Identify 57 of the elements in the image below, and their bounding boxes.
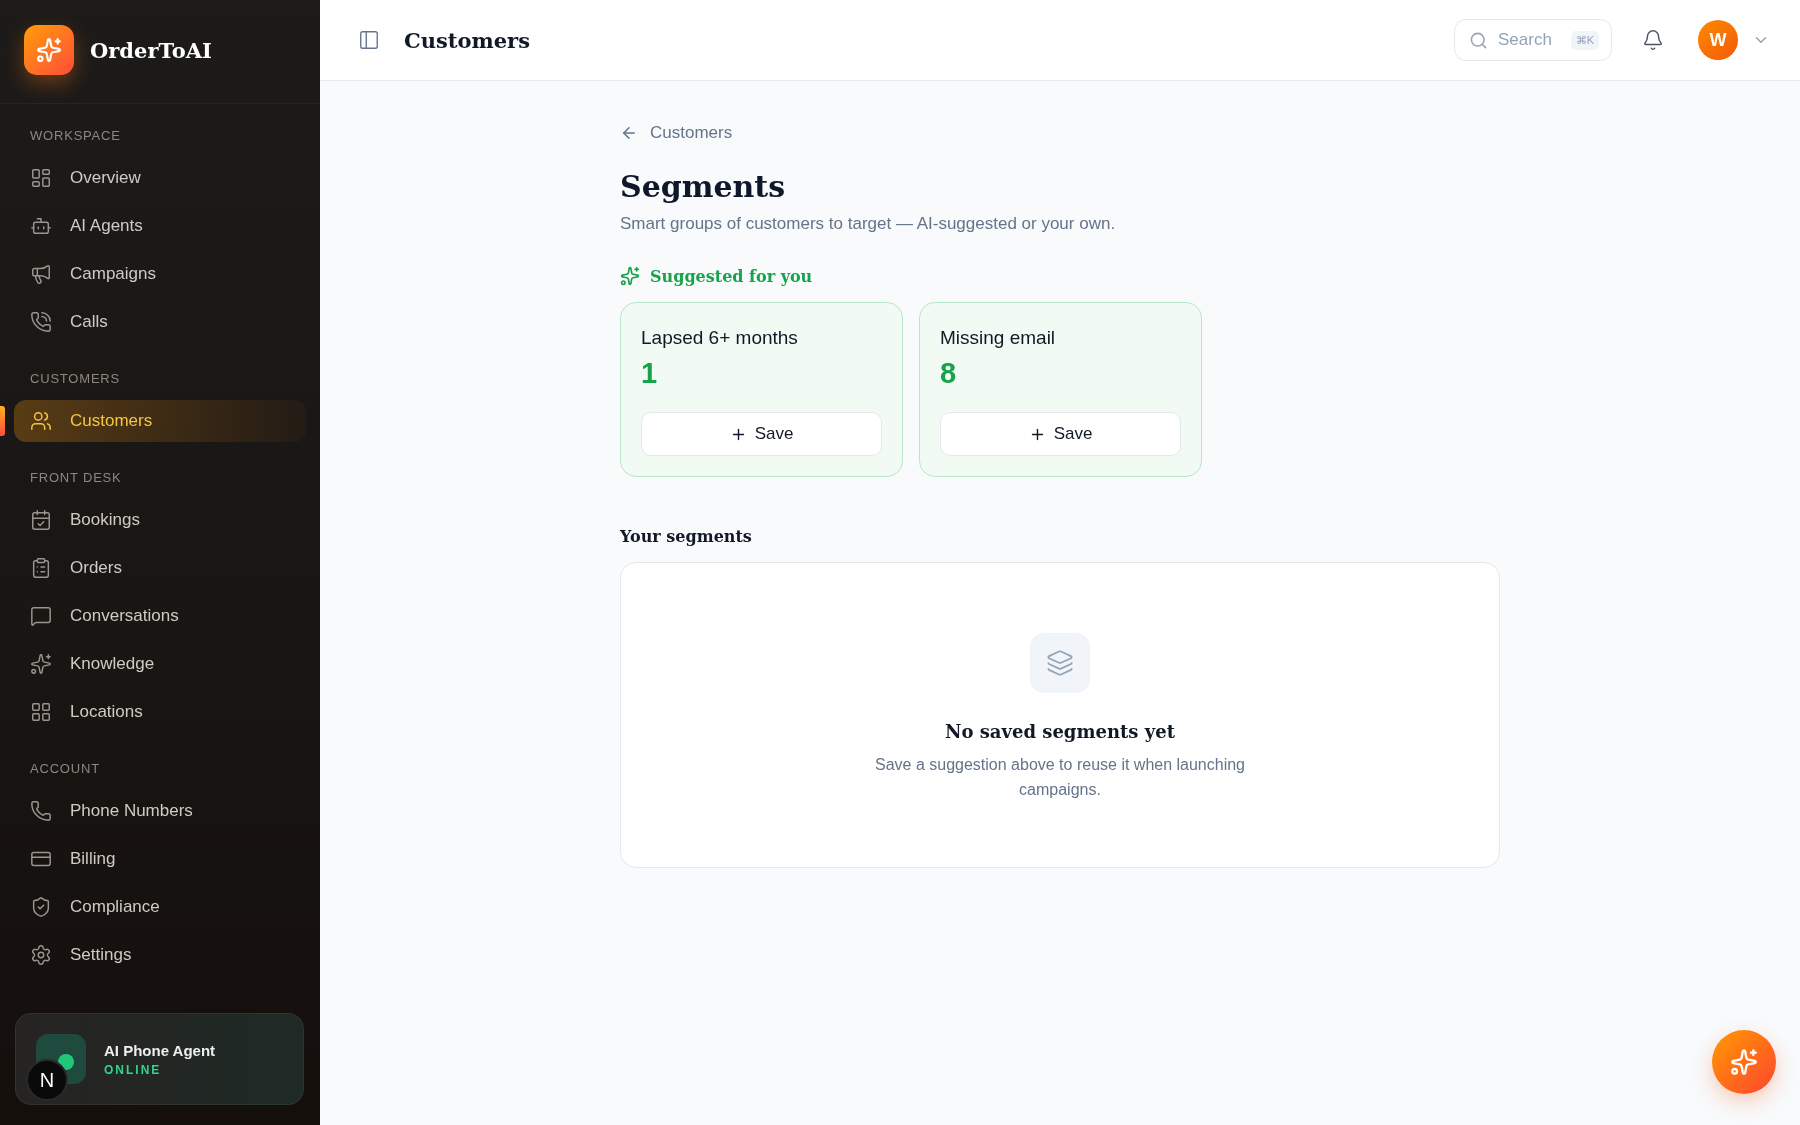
sidebar-item[interactable]: Compliance xyxy=(14,886,306,928)
logo-icon xyxy=(24,25,74,75)
agent-status: ONLINE xyxy=(104,1062,163,1077)
sidebar-item[interactable]: Bookings xyxy=(14,499,306,541)
page-title: Segments xyxy=(620,169,787,204)
section-heading: Suggested for you xyxy=(650,266,813,286)
search-icon xyxy=(1469,30,1488,50)
nav-icon xyxy=(30,167,52,189)
card-title: Lapsed 6+ months xyxy=(641,327,799,349)
save-button[interactable]: Save xyxy=(940,412,1181,456)
page-subtitle: Smart groups of customers to target — AI-suggested or your own. xyxy=(620,214,1117,234)
empty-state-text: Save a suggestion above to reuse it when launching campaigns. xyxy=(874,755,1246,800)
empty-state-title: No saved segments yet xyxy=(945,721,1175,742)
sparkle-icon xyxy=(1730,1048,1758,1076)
bell-icon[interactable] xyxy=(1642,29,1664,51)
section-heading: Your segments xyxy=(620,527,753,546)
section-heading: WORKSPACE xyxy=(29,127,122,145)
section-heading: ACCOUNT xyxy=(29,760,101,778)
nav-icon xyxy=(30,800,52,822)
nav-icon xyxy=(30,653,52,675)
nav-icon xyxy=(30,263,52,285)
sidebar-item[interactable]: AI Agents xyxy=(14,205,306,247)
save-button[interactable]: Save xyxy=(641,412,882,456)
nav-icon xyxy=(30,410,52,432)
sidebar-item[interactable]: Phone Numbers xyxy=(14,790,306,832)
sidebar-item[interactable]: Locations xyxy=(14,691,306,733)
page-header-title: Customers xyxy=(404,27,531,53)
sparkle-icon xyxy=(620,266,640,286)
sidebar-item[interactable]: Overview xyxy=(14,157,306,199)
sidebar-item[interactable]: Knowledge xyxy=(14,643,306,685)
customer-count: 1 xyxy=(641,357,659,390)
sidebar-toggle-icon[interactable] xyxy=(358,29,380,51)
nav-icon xyxy=(30,701,52,723)
nav-icon xyxy=(30,215,52,237)
section-heading: CUSTOMERS xyxy=(29,370,122,388)
customer-count: 8 xyxy=(940,357,958,390)
nav-icon xyxy=(30,896,52,918)
active-indicator xyxy=(0,406,5,436)
nav-icon xyxy=(30,509,52,531)
nav-icon xyxy=(30,311,52,333)
agent-title: AI Phone Agent xyxy=(104,1041,216,1059)
sidebar-item[interactable]: Billing xyxy=(14,838,306,880)
section-heading: FRONT DESK xyxy=(29,469,123,487)
layers-icon xyxy=(1030,633,1090,693)
nav-icon xyxy=(30,944,52,966)
nav-icon xyxy=(30,557,52,579)
sidebar-item[interactable]: Campaigns xyxy=(14,253,306,295)
back-link[interactable]: Customers xyxy=(620,123,733,143)
sidebar-item[interactable]: Calls xyxy=(14,301,306,343)
assistant-button[interactable] xyxy=(1712,1030,1776,1094)
nav-icon xyxy=(30,605,52,627)
brand-name: OrderToAI xyxy=(90,37,212,63)
sidebar-item[interactable]: Conversations xyxy=(14,595,306,637)
sidebar-item[interactable]: Orders xyxy=(14,547,306,589)
card-title: Missing email xyxy=(940,327,1057,349)
shortcut-hint: ⌘K xyxy=(1570,30,1599,50)
sidebar-item[interactable]: Settings xyxy=(14,934,306,976)
